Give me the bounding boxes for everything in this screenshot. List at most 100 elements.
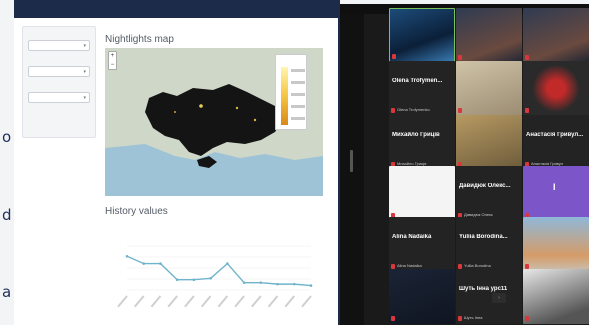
shared-app-window: ▾ ▾ ▾ Nightlights map + − History values	[14, 18, 340, 325]
participant-tile[interactable]	[523, 8, 589, 63]
option-select[interactable]: ▾	[28, 92, 90, 103]
edge-glyph: a	[2, 283, 12, 301]
participant-name: Анастасія Гривул...	[526, 132, 584, 138]
participant-tile[interactable]: Анастасія Гривул... Анастасія Гривул	[523, 115, 589, 170]
x-tick-label	[301, 295, 312, 308]
participant-tile[interactable]	[523, 269, 589, 324]
drag-handle[interactable]	[350, 150, 353, 172]
window-titlebar	[14, 0, 340, 18]
chevron-down-icon: ▾	[83, 69, 86, 75]
legend-title	[279, 58, 303, 62]
data-point	[292, 282, 296, 286]
participant-tile[interactable]: Alina Nadaika Alina Nadaika	[389, 217, 455, 272]
participant-tile[interactable]: Михайло Гриців Михайло Гриців	[389, 115, 455, 170]
mic-muted-icon	[525, 55, 529, 60]
participant-label: Alina Nadaika	[397, 263, 422, 268]
participant-tile[interactable]	[456, 61, 522, 116]
participant-label: Yuliia Borodina	[464, 263, 491, 268]
data-point	[209, 276, 212, 280]
mic-muted-icon	[458, 55, 462, 60]
participant-tile[interactable]: Шуть Інна урс11 Шуть Інна	[456, 269, 522, 324]
participant-name: Михайло Гриців	[392, 132, 440, 138]
participant-name: Alina Nadaika	[392, 234, 432, 240]
zoom-control[interactable]: + −	[108, 51, 117, 70]
control-label	[28, 59, 90, 64]
zoom-out-button[interactable]: −	[109, 61, 116, 70]
participant-name: Давидюк Олекс...	[459, 183, 511, 189]
data-point	[175, 278, 179, 282]
tile-footer	[525, 54, 587, 61]
video-meeting-panel: Olena Trofymen... Olena Trofymenko Михайло…	[340, 4, 589, 325]
x-tick-label	[267, 295, 279, 308]
tile-footer	[525, 315, 587, 322]
tile-footer	[392, 53, 452, 60]
tile-footer: Olena Trofymenko	[391, 107, 453, 114]
tile-footer	[525, 107, 587, 114]
participant-tile[interactable]: I	[523, 166, 589, 221]
x-tick-label	[184, 295, 195, 308]
x-tick-label	[251, 295, 262, 308]
edge-glyph: o	[2, 128, 12, 146]
participant-tile[interactable]	[523, 61, 589, 116]
participant-name: I	[553, 182, 556, 192]
mic-muted-icon	[525, 108, 529, 113]
data-point	[242, 281, 246, 284]
x-tick-label	[217, 295, 229, 308]
chevron-down-icon: ▾	[83, 43, 86, 49]
data-point	[125, 254, 129, 258]
map-legend	[275, 54, 307, 130]
legend-tick	[291, 93, 305, 96]
mic-muted-icon	[392, 54, 396, 59]
next-page-button[interactable]: ›	[492, 293, 506, 303]
screen: o d a ▾ ▾ ▾ Nightlights map + − History …	[0, 0, 589, 325]
mic-muted-icon	[458, 108, 462, 113]
mic-muted-icon	[391, 316, 395, 321]
nightlights-map[interactable]: + −	[105, 48, 323, 196]
data-point	[259, 281, 263, 284]
date-select[interactable]: ▾	[28, 66, 90, 77]
participant-tile[interactable]	[523, 217, 589, 272]
participant-tile[interactable]	[389, 8, 455, 63]
participant-tile[interactable]: Olena Trofymen... Olena Trofymenko	[389, 61, 455, 116]
mic-muted-icon	[458, 316, 462, 321]
chart-svg	[117, 245, 313, 308]
legend-tick	[291, 81, 305, 84]
participant-name: Yuliia Borodina...	[459, 234, 508, 240]
data-point	[226, 262, 229, 265]
chevron-down-icon: ▾	[83, 95, 86, 101]
tile-footer: Шуть Інна	[458, 315, 520, 322]
mic-muted-icon	[391, 108, 395, 113]
participant-tile[interactable]	[456, 115, 522, 170]
tile-footer	[458, 54, 520, 61]
participant-tile[interactable]	[389, 166, 455, 221]
legend-gradient	[281, 67, 288, 125]
data-point	[276, 282, 279, 286]
participant-name: Olena Trofymen...	[392, 78, 443, 84]
data-point	[159, 262, 162, 265]
tile-footer	[458, 107, 520, 114]
x-tick-label	[234, 295, 245, 308]
x-tick-label	[200, 295, 212, 308]
control-label	[28, 85, 90, 90]
participant-tile[interactable]	[456, 8, 522, 63]
x-tick-label	[167, 295, 178, 308]
tile-footer	[391, 315, 453, 322]
history-chart	[105, 234, 323, 321]
region-select[interactable]: ▾	[28, 40, 90, 51]
legend-tick	[291, 117, 305, 120]
mic-muted-icon	[525, 316, 529, 321]
participant-tile[interactable]	[389, 269, 455, 324]
participant-label: Olena Trofymenko	[397, 107, 430, 112]
data-point	[142, 262, 146, 265]
edge-glyph: d	[2, 206, 12, 224]
data-point	[309, 284, 313, 287]
zoom-in-button[interactable]: +	[109, 52, 116, 61]
control-label	[28, 33, 90, 38]
legend-tick	[291, 69, 305, 72]
participant-tile[interactable]: Yuliia Borodina... Yuliia Borodina	[456, 217, 522, 272]
participant-label: Шуть Інна	[464, 315, 483, 320]
x-tick-label	[284, 295, 296, 308]
history-title: History values	[105, 206, 168, 217]
participant-tile[interactable]: Давидюк Олекс... Давидюк Олекс	[456, 166, 522, 221]
participant-name: Шуть Інна урс11	[459, 286, 508, 292]
